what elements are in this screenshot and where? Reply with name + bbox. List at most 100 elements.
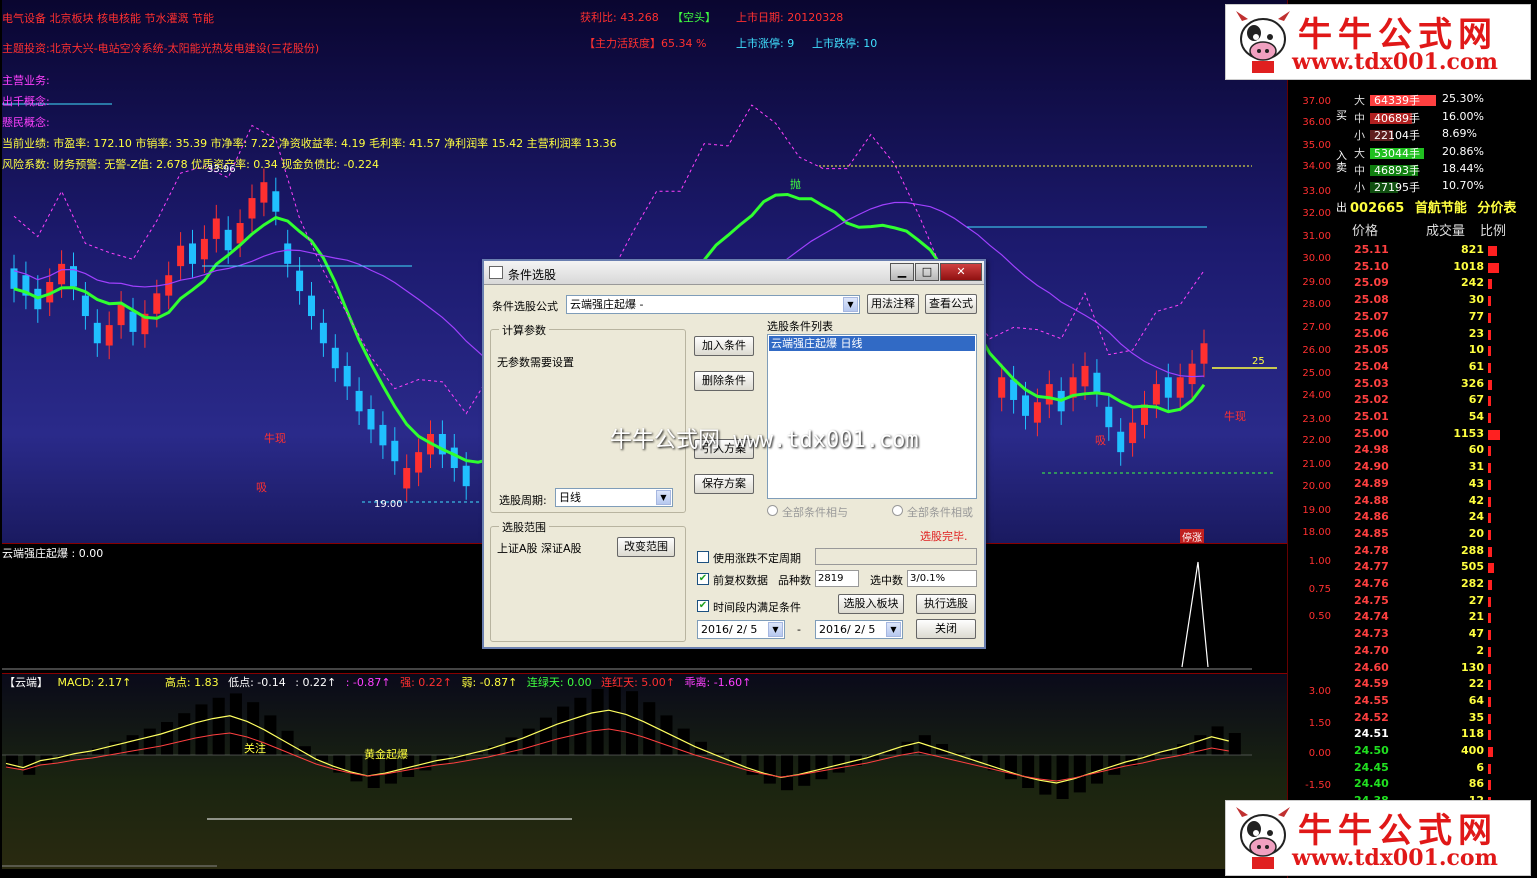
minimize-button[interactable]: ▁	[890, 263, 914, 281]
tick-ratio-bar	[1488, 546, 1493, 557]
tick-volume: 130	[1461, 660, 1484, 674]
chevron-down-icon[interactable]: ▼	[886, 622, 901, 637]
table-row[interactable]: 25.03 326	[1354, 377, 1534, 394]
dialog-titlebar[interactable]: 条件选股 ▁ □ ✕	[484, 261, 984, 285]
progress-bar	[815, 548, 977, 565]
table-row[interactable]: 24.74 21	[1354, 610, 1534, 627]
chk-variable-period[interactable]	[697, 551, 709, 563]
macd-v1: : 0.22↑	[295, 676, 337, 689]
macd-chart[interactable]: 【云端】 MACD: 2.17↑ 高点: 1.83 低点: -0.14 : 0.…	[2, 673, 1287, 869]
close-window-button[interactable]: ✕	[940, 263, 982, 281]
tick-ratio-bar	[1488, 246, 1498, 256]
macd-tick: 3.00	[1308, 686, 1331, 697]
usage-note-button[interactable]: 用法注释	[867, 294, 919, 314]
table-row[interactable]: 25.10 1018	[1354, 260, 1534, 277]
tick-price: 25.11	[1354, 243, 1389, 256]
table-row[interactable]: 24.45 6	[1354, 761, 1534, 778]
date-from-picker[interactable]: 2016/ 2/ 5 ▼	[697, 620, 785, 639]
table-row[interactable]: 25.05 10	[1354, 343, 1534, 360]
macd-bar	[1039, 755, 1052, 795]
view-formula-button[interactable]: 查看公式	[925, 294, 977, 314]
table-row[interactable]: 24.85 20	[1354, 527, 1534, 544]
candle-body	[343, 365, 351, 387]
save-plan-button[interactable]: 保存方案	[694, 474, 754, 494]
table-row[interactable]: 24.75 27	[1354, 594, 1534, 611]
activity: 【主力活跃度】65.34 %	[584, 37, 707, 50]
order-level: 小	[1354, 129, 1365, 142]
macd-bar	[798, 755, 811, 786]
table-row[interactable]: 24.89 43	[1354, 477, 1534, 494]
price-tick: 35.00	[1302, 140, 1331, 151]
period-select[interactable]: 日线 ▼	[555, 488, 673, 507]
candle-body	[403, 468, 411, 489]
candle-body	[308, 295, 315, 317]
table-row[interactable]: 24.98 60	[1354, 443, 1534, 460]
table-row[interactable]: 24.73 47	[1354, 627, 1534, 644]
price-tick: 36.00	[1302, 117, 1331, 128]
macd-bar	[1056, 755, 1069, 799]
table-row[interactable]: 24.50 400	[1354, 744, 1534, 761]
price-table-tab[interactable]: 分价表	[1477, 201, 1516, 216]
table-row[interactable]: 24.70 2	[1354, 644, 1534, 661]
table-row[interactable]: 24.88 42	[1354, 494, 1534, 511]
chevron-down-icon[interactable]: ▼	[843, 297, 858, 312]
count-field: 2819	[815, 570, 859, 587]
radio-or[interactable]	[892, 505, 903, 516]
hit-field: 3/0.1%	[907, 570, 977, 587]
table-row[interactable]: 25.00 1153	[1354, 427, 1534, 444]
signal-tick: 1.00	[1308, 556, 1331, 567]
table-row[interactable]: 25.06 23	[1354, 327, 1534, 344]
table-row[interactable]: 24.60 130	[1354, 661, 1534, 678]
table-row[interactable]: 24.78 288	[1354, 544, 1534, 561]
tick-price: 25.07	[1354, 309, 1389, 323]
date-to-picker[interactable]: 2016/ 2/ 5 ▼	[815, 620, 903, 639]
tick-volume: 288	[1461, 543, 1484, 557]
order-percent: 18.44%	[1442, 162, 1484, 175]
table-row[interactable]: 25.01 54	[1354, 410, 1534, 427]
add-to-block-button[interactable]: 选股入板块	[838, 594, 904, 614]
delete-condition-button[interactable]: 删除条件	[694, 371, 754, 391]
table-row[interactable]: 24.59 22	[1354, 677, 1534, 694]
table-row[interactable]: 24.76 282	[1354, 577, 1534, 594]
close-button[interactable]: 关闭	[916, 619, 976, 639]
tick-price: 24.75	[1354, 593, 1389, 607]
formula-select[interactable]: 云端强庄起爆 - ▼	[566, 295, 860, 314]
radio-and[interactable]	[767, 505, 778, 516]
candle-body	[1152, 384, 1160, 405]
chevron-down-icon[interactable]: ▼	[768, 622, 783, 637]
condition-list[interactable]: 云端强庄起爆 日线	[767, 334, 977, 499]
table-row[interactable]: 25.04 61	[1354, 360, 1534, 377]
condition-screening-dialog[interactable]: 条件选股 ▁ □ ✕ 条件选股公式 云端强庄起爆 - ▼ 用法注释 查看公式 计…	[482, 259, 986, 649]
cow-logo-icon	[1236, 11, 1290, 73]
maximize-button[interactable]: □	[915, 263, 939, 281]
table-row[interactable]: 25.08 30	[1354, 293, 1534, 310]
tick-ratio-bar	[1488, 630, 1491, 641]
table-row[interactable]: 25.11 821	[1354, 243, 1534, 260]
table-row[interactable]: 24.52 35	[1354, 711, 1534, 728]
table-row[interactable]: 25.09 242	[1354, 276, 1534, 293]
col-ratio: 比例	[1480, 224, 1507, 239]
bull-marker-1: 牛现	[264, 432, 286, 445]
table-row[interactable]: 24.55 64	[1354, 694, 1534, 711]
add-condition-button[interactable]: 加入条件	[694, 336, 754, 356]
macd-bar	[539, 717, 552, 755]
watermark: 牛牛公式网 www.tdx001.com	[610, 428, 919, 453]
chevron-down-icon[interactable]: ▼	[656, 490, 671, 505]
tick-volume: 24	[1468, 510, 1484, 524]
tick-volume: 821	[1461, 243, 1484, 256]
chk-forward-adjust[interactable]: ✔	[697, 573, 709, 585]
table-row[interactable]: 24.90 31	[1354, 460, 1534, 477]
chk-time-range[interactable]: ✔	[697, 600, 709, 612]
change-range-button[interactable]: 改变范围	[617, 537, 675, 557]
table-row[interactable]: 24.51 118	[1354, 727, 1534, 744]
table-row[interactable]: 25.02 67	[1354, 393, 1534, 410]
table-row[interactable]: 24.86 24	[1354, 510, 1534, 527]
tick-volume: 61	[1468, 359, 1484, 373]
table-row[interactable]: 24.40 86	[1354, 777, 1534, 794]
stock-title[interactable]: 002665 首航节能 分价表	[1350, 197, 1522, 216]
table-row[interactable]: 25.07 77	[1354, 310, 1534, 327]
dialog-title: 条件选股	[508, 268, 557, 282]
table-row[interactable]: 24.77 505	[1354, 560, 1534, 577]
run-screening-button[interactable]: 执行选股	[916, 594, 976, 614]
condition-list-item[interactable]: 云端强庄起爆 日线	[769, 336, 975, 351]
